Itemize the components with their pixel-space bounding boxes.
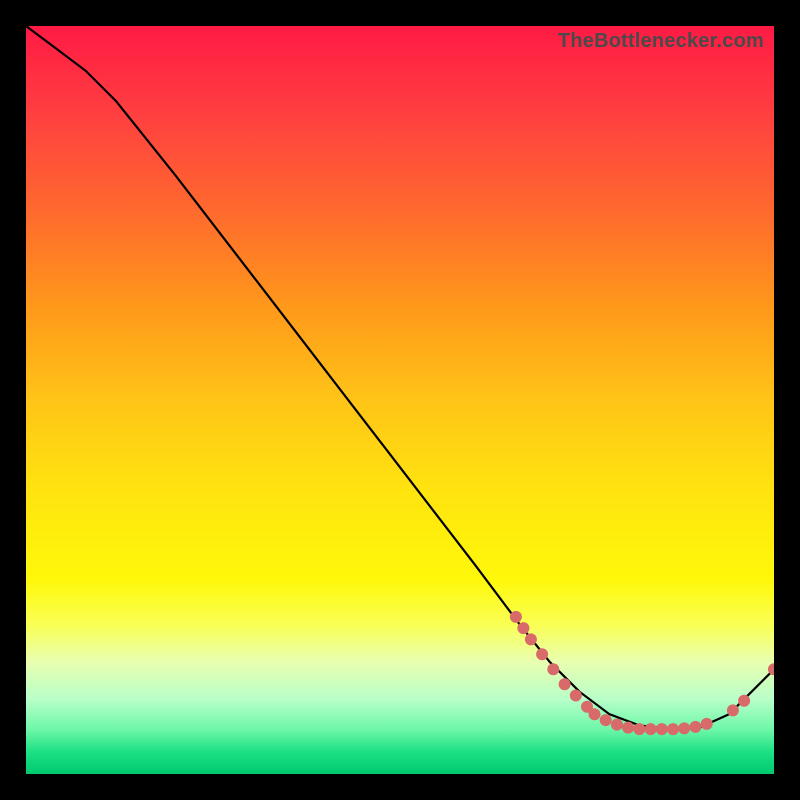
plot-area: TheBottlenecker.com [26, 26, 774, 774]
curve-marker [559, 678, 571, 690]
curve-marker [667, 723, 679, 735]
curve-marker [738, 695, 750, 707]
curve-marker [633, 723, 645, 735]
curve-marker [600, 714, 612, 726]
curve-layer [26, 26, 774, 774]
curve-marker [727, 704, 739, 716]
curve-marker [547, 663, 559, 675]
curve-marker [536, 648, 548, 660]
bottleneck-curve [26, 26, 774, 729]
curve-marker [570, 690, 582, 702]
chart-frame: TheBottlenecker.com [0, 0, 800, 800]
curve-marker [589, 708, 601, 720]
curve-marker [510, 611, 522, 623]
curve-marker [701, 718, 713, 730]
curve-marker [611, 719, 623, 731]
curve-marker [622, 722, 634, 734]
curve-marker [525, 633, 537, 645]
curve-marker [517, 622, 529, 634]
curve-marker [690, 721, 702, 733]
curve-marker [678, 722, 690, 734]
curve-marker [656, 723, 668, 735]
curve-markers [510, 611, 774, 735]
curve-marker [645, 723, 657, 735]
